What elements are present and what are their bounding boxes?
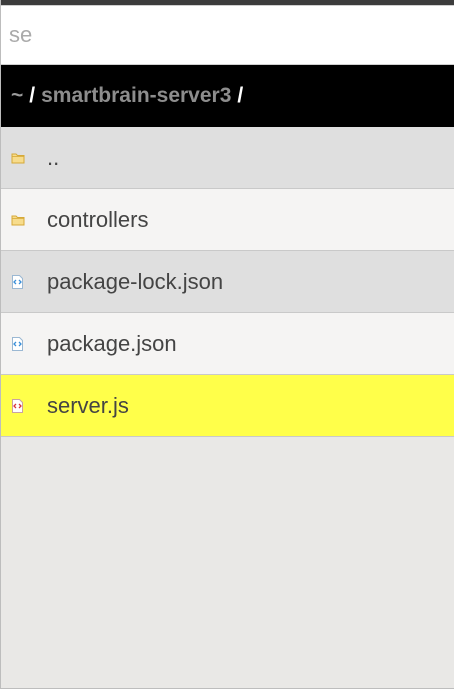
list-item[interactable]: controllers xyxy=(1,189,454,251)
list-item-selected[interactable]: server.js xyxy=(1,375,454,437)
list-item-label: .. xyxy=(47,144,60,170)
folder-icon xyxy=(1,214,47,226)
folder-icon xyxy=(1,152,47,164)
list-item-label: package-lock.json xyxy=(47,268,224,294)
json-file-icon xyxy=(1,336,47,351)
file-list: .. controllers package-lock.json package… xyxy=(1,127,454,437)
search-input[interactable] xyxy=(9,15,446,55)
breadcrumb-home[interactable]: ~ xyxy=(11,84,23,108)
js-file-icon xyxy=(1,398,47,413)
list-item-label: package.json xyxy=(47,330,177,356)
list-item[interactable]: .. xyxy=(1,127,454,189)
list-item-label: server.js xyxy=(47,392,129,418)
file-browser-panel: ~ / smartbrain-server3 / .. controllers xyxy=(0,0,454,689)
json-file-icon xyxy=(1,274,47,289)
breadcrumb-segment[interactable]: smartbrain-server3 xyxy=(41,84,231,108)
search-bar xyxy=(1,5,454,65)
list-item[interactable]: package.json xyxy=(1,313,454,375)
list-item-label: controllers xyxy=(47,206,149,232)
breadcrumb-separator: / xyxy=(237,84,244,107)
breadcrumb-separator: / xyxy=(29,84,36,107)
list-item[interactable]: package-lock.json xyxy=(1,251,454,313)
breadcrumb: ~ / smartbrain-server3 / xyxy=(1,65,454,127)
